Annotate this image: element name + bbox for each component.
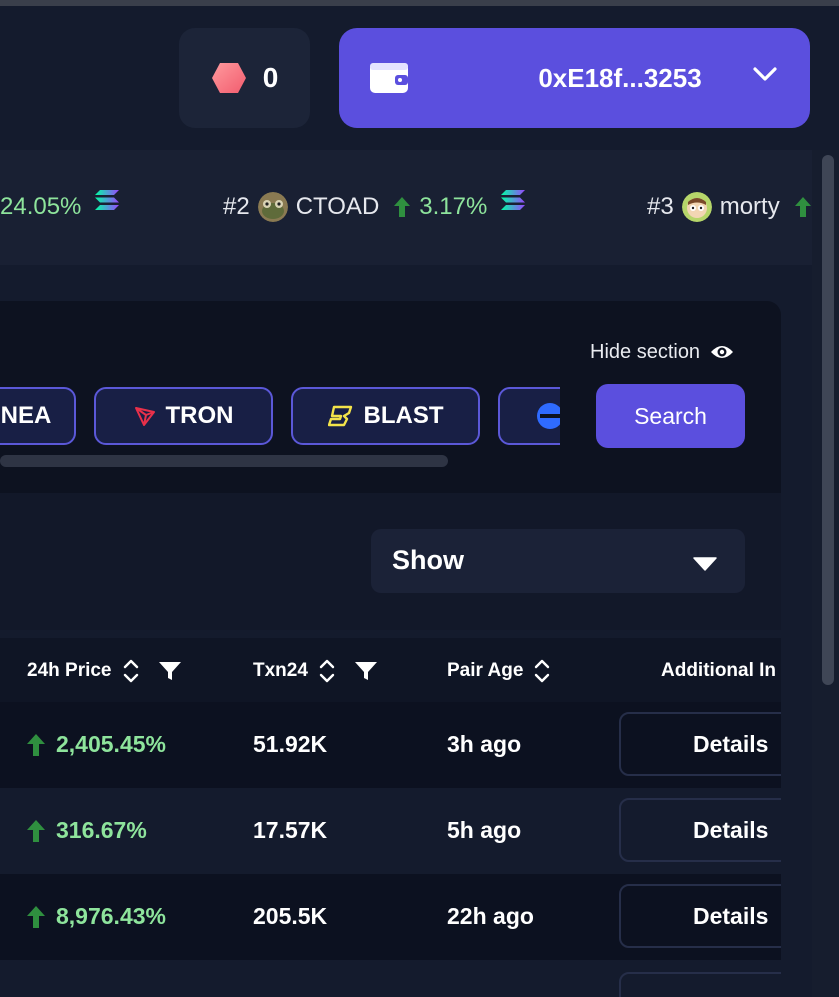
- sort-icon[interactable]: [318, 658, 336, 684]
- arrow-up-icon: [27, 733, 45, 756]
- txn-cell: 51.92K: [253, 731, 328, 757]
- price-change-cell: 8,976.43%: [26, 903, 166, 930]
- pair-age-cell: 3h ago: [447, 731, 522, 757]
- price-change-value: 2,405.45%: [56, 731, 166, 757]
- txn-cell: 205.5K: [253, 903, 328, 929]
- pair-age-cell: 5h ago: [447, 817, 522, 843]
- arrow-up-icon: [27, 905, 45, 928]
- column-header-label: Txn24: [253, 660, 308, 681]
- table-row[interactable]: 316.67% 17.57K 5h ago Details: [0, 788, 781, 874]
- txn-cell: 17.57K: [253, 817, 328, 843]
- details-button[interactable]: Details: [619, 884, 781, 948]
- table-row-partial[interactable]: [0, 960, 781, 997]
- details-button[interactable]: Details: [619, 798, 781, 862]
- details-button[interactable]: [619, 972, 781, 997]
- column-header-txn[interactable]: Txn24: [253, 658, 378, 684]
- filter-icon[interactable]: [158, 660, 182, 682]
- table-row[interactable]: 8,976.43% 205.5K 22h ago Details: [0, 874, 781, 960]
- table-header: 24h Price Txn24 Pair Age Additional In: [0, 638, 781, 702]
- price-change-cell: 2,405.45%: [26, 731, 166, 758]
- price-change-cell: 316.67%: [26, 817, 147, 844]
- column-header-age[interactable]: Pair Age: [447, 658, 551, 684]
- arrow-up-icon: [794, 197, 811, 217]
- sort-icon[interactable]: [533, 658, 551, 684]
- sort-icon[interactable]: [122, 658, 140, 684]
- price-change-value: 316.67%: [56, 817, 147, 843]
- details-button[interactable]: Details: [619, 712, 781, 776]
- arrow-up-icon: [27, 819, 45, 842]
- column-header-label: Additional In: [661, 660, 777, 681]
- page-scrollbar-thumb[interactable]: [822, 155, 834, 685]
- table-viewport: 24h Price Txn24 Pair Age Additional In 2…: [0, 0, 781, 997]
- column-header-label: Pair Age: [447, 660, 524, 681]
- table-row[interactable]: 2,405.45% 51.92K 3h ago Details: [0, 702, 781, 788]
- column-header-price[interactable]: 24h Price: [27, 658, 182, 684]
- filter-icon[interactable]: [354, 660, 378, 682]
- column-header-info: Additional In: [661, 658, 776, 684]
- column-header-label: 24h Price: [27, 660, 112, 681]
- pair-age-cell: 22h ago: [447, 903, 534, 929]
- price-change-value: 8,976.43%: [56, 903, 166, 929]
